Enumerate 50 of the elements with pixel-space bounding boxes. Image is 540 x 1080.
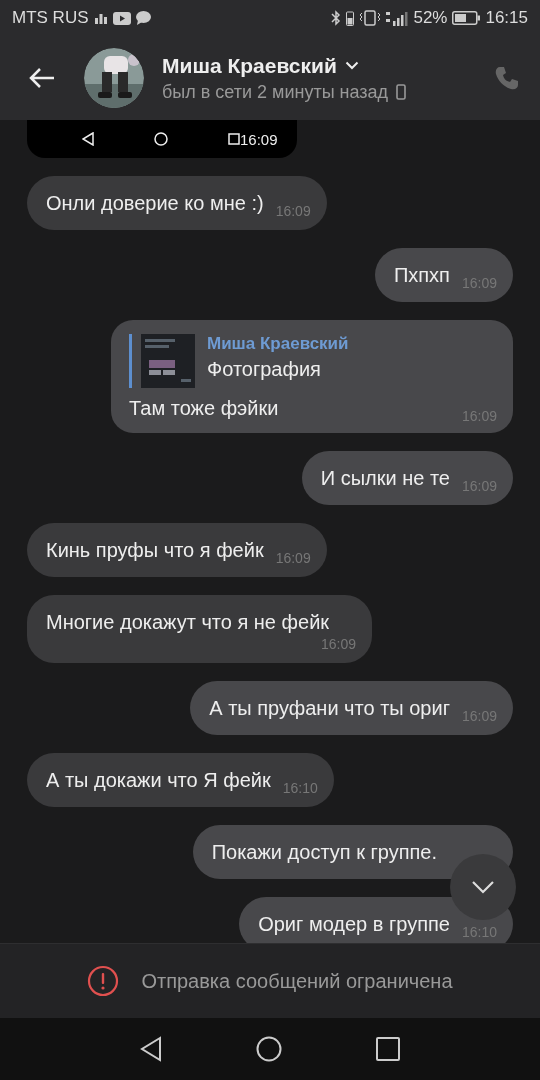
reply-preview: Фотография [207, 358, 322, 381]
back-arrow-icon[interactable] [28, 67, 56, 89]
warning-icon [87, 965, 120, 997]
mobile-phone-icon [396, 84, 407, 100]
battery-icon [452, 11, 481, 25]
message-bubble[interactable]: Онли доверие ко мне :) 16:09 [27, 176, 327, 230]
video-icon [112, 11, 131, 25]
chevron-down-icon [344, 61, 359, 70]
vibrate-icon [359, 10, 382, 26]
message-text: Ориг модер в группе [258, 912, 450, 937]
message-text: Многие докажут что я не фейк [46, 610, 331, 635]
battery-small-icon [346, 10, 355, 26]
message-time: 16:09 [275, 549, 311, 567]
message-text: Пхпхп [393, 263, 450, 288]
message-time: 16:09 [320, 635, 356, 653]
back-nav-icon [82, 132, 94, 146]
message-time: 16:09 [275, 202, 311, 220]
message-bubble[interactable]: Кинь пруфы что я фейк 16:09 [27, 523, 327, 577]
message-bubble[interactable]: Многие докажут что я не фейк 16:09 [27, 595, 372, 663]
chevron-down-icon [471, 880, 495, 894]
contact-name[interactable]: Миша Краевский [162, 53, 337, 78]
signal-icon [93, 12, 108, 24]
photo-attachment[interactable]: 16:09 [27, 120, 297, 158]
message-text: А ты докажи что Я фейк [46, 768, 271, 793]
message-time: 16:09 [240, 130, 278, 148]
message-bubble[interactable]: А ты докажи что Я фейк 16:10 [27, 753, 334, 807]
message-text: Там тоже фэйки [129, 396, 280, 421]
recents-nav-icon[interactable] [376, 1037, 400, 1061]
clock-time: 16:15 [485, 8, 528, 28]
last-seen-status: был в сети 2 минуты назад [162, 81, 389, 103]
chat-bubble-icon [135, 11, 151, 25]
message-text: Кинь пруфы что я фейк [46, 538, 264, 563]
message-text: Онли доверие ко мне :) [46, 191, 264, 216]
battery-percent: 52% [413, 8, 448, 28]
message-text: А ты пруфани что ты ориг [209, 696, 450, 721]
back-nav-icon[interactable] [140, 1036, 162, 1062]
message-time: 16:10 [282, 779, 318, 797]
bluetooth-icon [331, 10, 342, 26]
restriction-message: Отправка сообщений ограничена [141, 969, 453, 993]
message-bubble[interactable]: Покажи доступ к группе. [192, 825, 513, 879]
reply-author: Миша Краевский [207, 334, 349, 354]
message-text: И сылки не те [320, 466, 450, 491]
carrier-name: MTS RUS [12, 8, 89, 28]
recents-nav-icon [228, 133, 240, 145]
phone-call-icon[interactable] [494, 65, 520, 91]
home-nav-icon[interactable] [256, 1036, 282, 1062]
quoted-message[interactable]: Миша Краевский Фотография [129, 334, 497, 388]
message-text: Покажи доступ к группе. [211, 840, 437, 865]
cellular-signal-icon [386, 10, 409, 26]
home-nav-icon [154, 132, 168, 146]
